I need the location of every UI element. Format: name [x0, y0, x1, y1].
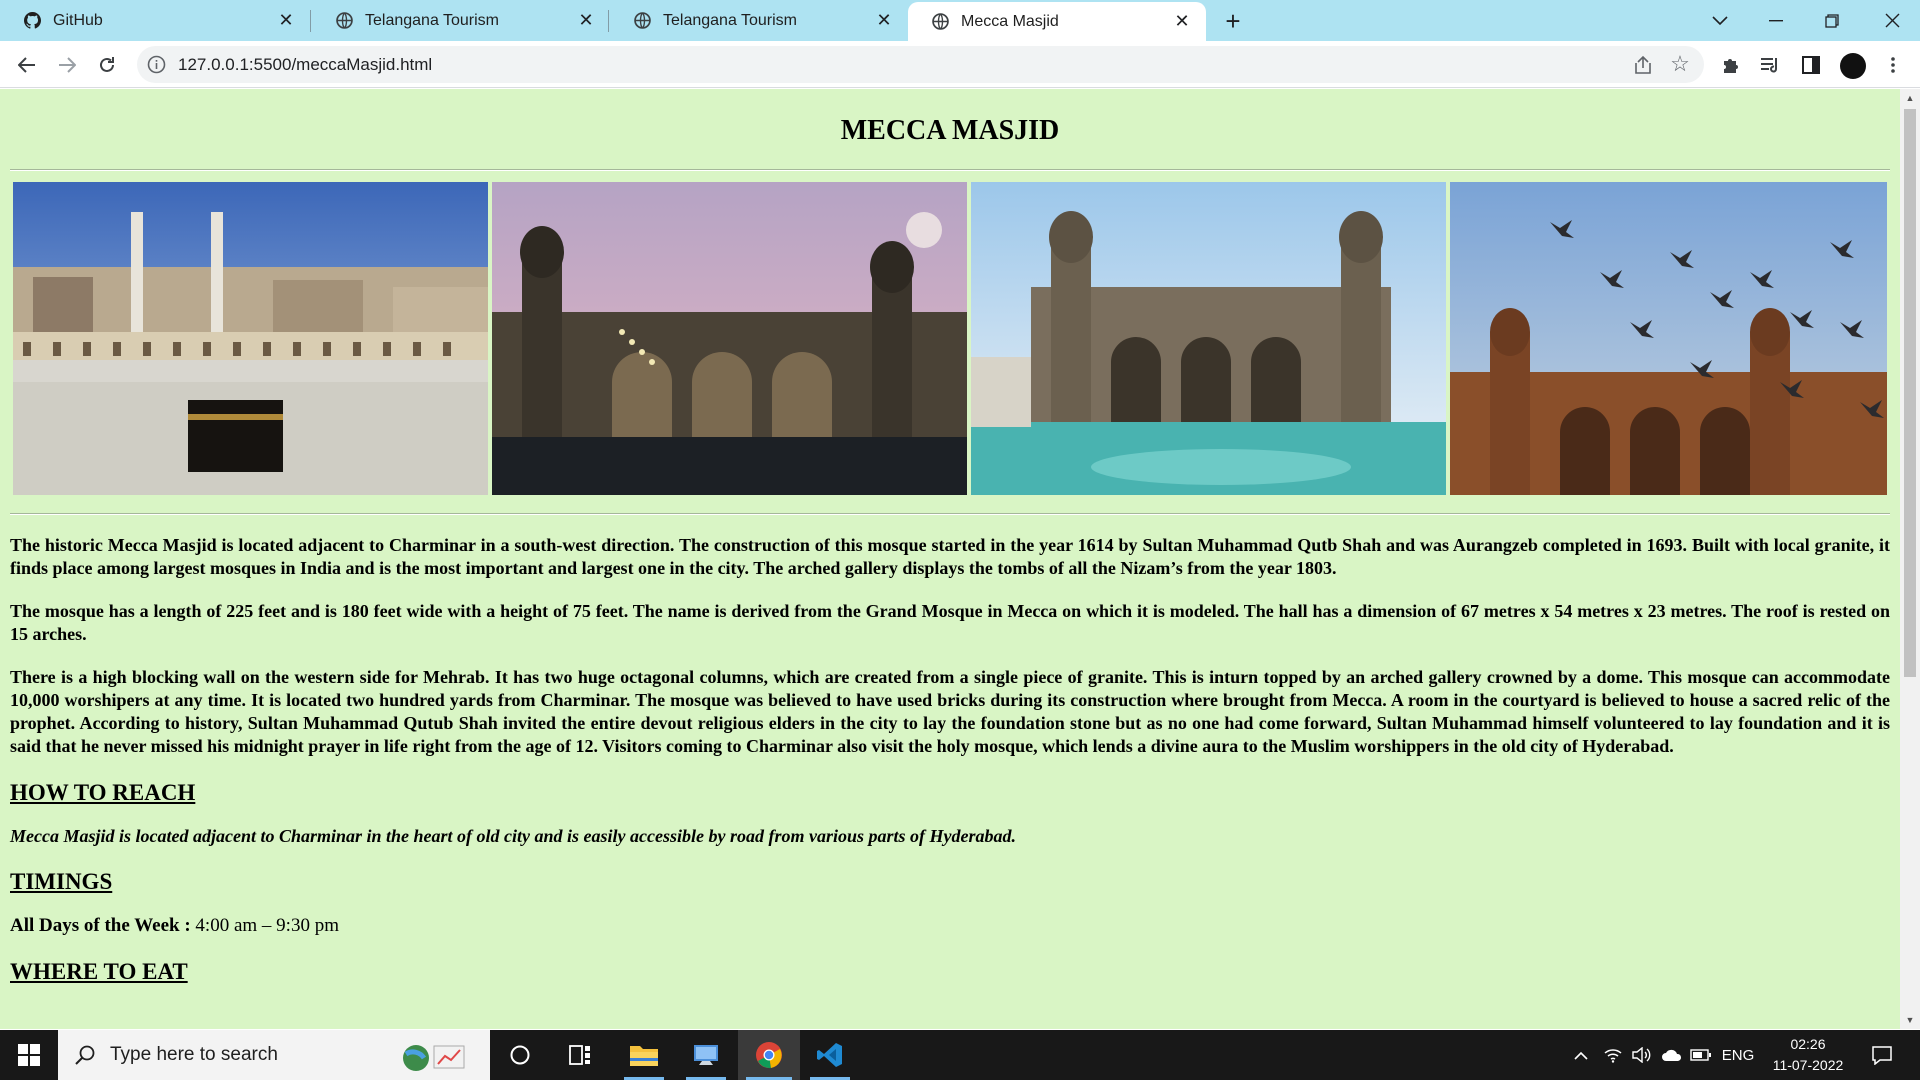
page-title: MECCA MASJID — [840, 115, 1060, 146]
info-icon[interactable] — [147, 55, 166, 74]
menu-kebab-icon[interactable] — [1876, 48, 1910, 82]
close-icon[interactable]: ✕ — [276, 10, 296, 31]
file-explorer-icon[interactable] — [616, 1030, 672, 1080]
gallery-image-masjid-fountain — [971, 182, 1446, 495]
minimize-button[interactable] — [1748, 0, 1804, 41]
new-tab-button[interactable]: + — [1218, 6, 1248, 36]
globe-icon — [634, 12, 651, 29]
divider — [10, 513, 1890, 515]
onedrive-cloud-icon[interactable] — [1658, 1030, 1686, 1080]
tab-github[interactable]: GitHub ✕ — [0, 0, 310, 41]
timings-label: All Days of the Week : — [10, 915, 191, 936]
tab-search-chevron-icon[interactable] — [1692, 0, 1748, 41]
system-clock[interactable]: 02:26 11-07-2022 — [1760, 1034, 1856, 1076]
divider — [10, 169, 1890, 171]
scrollbar-thumb[interactable] — [1904, 109, 1916, 677]
heading-how-to-reach: HOW TO REACH — [10, 780, 196, 805]
heading-timings: TIMINGS — [10, 869, 113, 894]
close-icon[interactable]: ✕ — [576, 10, 596, 31]
close-icon[interactable]: ✕ — [874, 10, 894, 31]
paragraph-architecture: There is a high blocking wall on the wes… — [10, 667, 1890, 756]
page-viewport[interactable]: MECCA MASJID The historic Mecca Masjid i… — [0, 89, 1900, 1029]
volume-icon[interactable] — [1628, 1030, 1654, 1080]
scroll-up-arrow-icon[interactable]: ▲ — [1900, 89, 1920, 107]
taskbar-search-box[interactable]: Type here to search — [58, 1030, 490, 1080]
tab-separator — [310, 10, 311, 32]
tab-mecca-masjid[interactable]: Mecca Masjid ✕ — [908, 2, 1206, 41]
vertical-scrollbar[interactable]: ▲ ▼ — [1900, 89, 1920, 1029]
search-placeholder: Type here to search — [110, 1044, 278, 1065]
timings-text: All Days of the Week : 4:00 am – 9:30 pm — [10, 915, 1890, 937]
forward-button[interactable] — [50, 48, 84, 82]
search-icon — [74, 1044, 96, 1066]
gallery-image-kaaba — [13, 182, 488, 495]
gallery-image-masjid-dusk — [492, 182, 967, 495]
extensions-puzzle-icon[interactable] — [1714, 48, 1748, 82]
clock-time: 02:26 — [1790, 1036, 1826, 1052]
tab-telangana-tourism-2[interactable]: Telangana Tourism ✕ — [610, 0, 908, 41]
globe-icon — [932, 13, 949, 30]
url-text[interactable]: 127.0.0.1:5500/meccaMasjid.html — [178, 55, 432, 75]
tab-telangana-tourism-1[interactable]: Telangana Tourism ✕ — [312, 0, 610, 41]
windows-taskbar: Type here to search ENG 02:26 11-07-2022 — [0, 1030, 1920, 1080]
tab-title: GitHub — [53, 11, 103, 29]
notification-center-icon[interactable] — [1862, 1030, 1902, 1080]
reload-button[interactable] — [90, 48, 124, 82]
chrome-icon[interactable] — [738, 1030, 800, 1080]
back-button[interactable] — [10, 48, 44, 82]
windows-start-button[interactable] — [0, 1030, 58, 1080]
tab-title: Mecca Masjid — [961, 12, 1059, 30]
clock-date: 11-07-2022 — [1772, 1057, 1844, 1073]
image-gallery — [13, 182, 1887, 495]
close-icon[interactable]: ✕ — [1172, 11, 1192, 32]
close-window-button[interactable] — [1864, 0, 1920, 41]
tab-title: Telangana Tourism — [365, 11, 500, 29]
cortana-icon[interactable] — [492, 1030, 548, 1080]
paragraph-history: The historic Mecca Masjid is located adj… — [10, 535, 1890, 578]
bookmark-star-icon[interactable]: ☆ — [1668, 52, 1692, 76]
restore-button[interactable] — [1804, 0, 1860, 41]
page-content: MECCA MASJID The historic Mecca Masjid i… — [0, 89, 1900, 985]
vscode-icon[interactable] — [802, 1030, 858, 1080]
language-indicator[interactable]: ENG — [1718, 1030, 1758, 1080]
desktop-app-icon[interactable] — [678, 1030, 734, 1080]
search-highlight-icon — [398, 1040, 468, 1077]
timings-value: 4:00 am – 9:30 pm — [190, 915, 339, 936]
task-view-icon[interactable] — [552, 1030, 608, 1080]
media-controls-icon[interactable] — [1754, 48, 1788, 82]
tab-title: Telangana Tourism — [663, 11, 798, 29]
how-to-reach-text: Mecca Masjid is located adjacent to Char… — [10, 826, 1016, 846]
tray-chevron-up-icon[interactable] — [1568, 1030, 1594, 1080]
share-icon[interactable] — [1632, 54, 1654, 76]
paragraph-dimensions: The mosque has a length of 225 feet and … — [10, 601, 1890, 644]
heading-where-to-eat: WHERE TO EAT — [10, 959, 188, 984]
gallery-image-masjid-pigeons — [1450, 182, 1887, 495]
tab-separator — [608, 10, 609, 32]
browser-toolbar: 127.0.0.1:5500/meccaMasjid.html ☆ — [0, 41, 1920, 88]
battery-icon[interactable] — [1688, 1030, 1714, 1080]
scroll-down-arrow-icon[interactable]: ▼ — [1900, 1011, 1920, 1029]
address-bar[interactable]: 127.0.0.1:5500/meccaMasjid.html ☆ — [137, 46, 1704, 83]
github-icon — [24, 12, 41, 29]
tab-strip: GitHub ✕ Telangana Tourism ✕ Telangana T… — [0, 0, 1920, 41]
side-panel-icon[interactable] — [1794, 48, 1828, 82]
globe-icon — [336, 12, 353, 29]
profile-avatar[interactable] — [1840, 53, 1866, 79]
wifi-icon[interactable] — [1600, 1030, 1626, 1080]
